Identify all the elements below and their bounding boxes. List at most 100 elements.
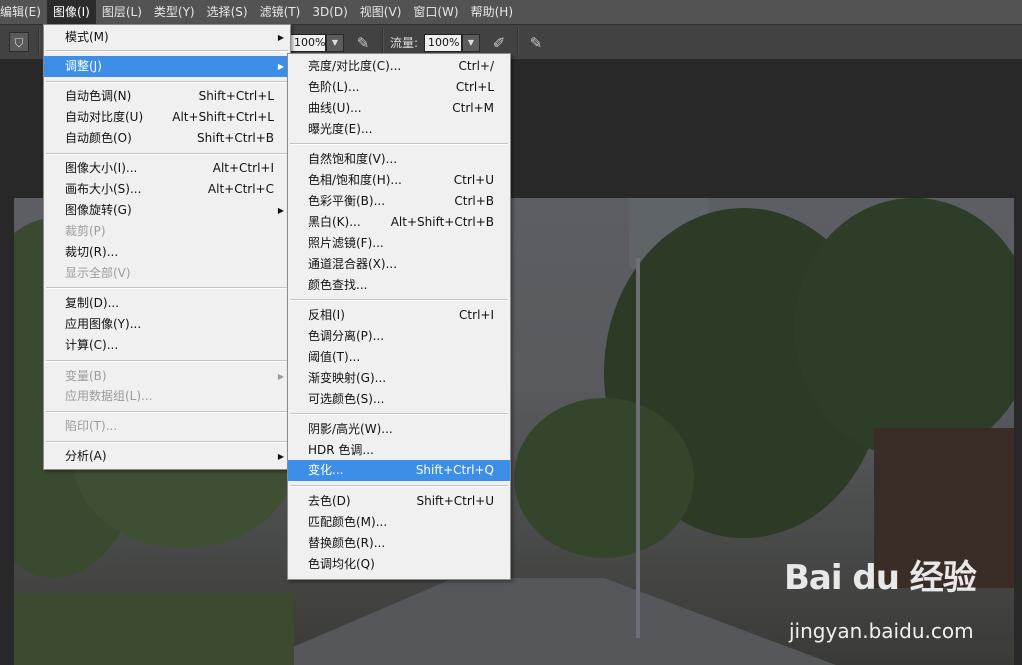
menu-select[interactable]: 选择(S): [201, 0, 254, 24]
menu-divider: [290, 485, 508, 487]
menu-item-duplicate[interactable]: 复制(D)...: [44, 293, 290, 314]
menu-item-shortcut: Shift+Ctrl+L: [198, 89, 274, 103]
menu-item-trim[interactable]: 裁切(R)...: [44, 242, 290, 263]
menu-3d[interactable]: 3D(D): [306, 0, 353, 24]
menu-item-hdr-toning[interactable]: HDR 色调...: [288, 440, 510, 461]
menu-item-apply-image[interactable]: 应用图像(Y)...: [44, 314, 290, 335]
menu-item-auto-tone[interactable]: 自动色调(N) Shift+Ctrl+L: [44, 86, 290, 107]
menu-item-label: 渐变映射(G)...: [308, 371, 387, 385]
options-separator: [38, 29, 40, 55]
menu-item-label: 画布大小(S)...: [65, 182, 142, 196]
menu-item-shortcut: Shift+Ctrl+Q: [415, 463, 494, 477]
menu-item-label: 调整(J): [65, 59, 102, 73]
opacity-input[interactable]: 100%: [290, 34, 326, 52]
submenu-arrow-icon: ▶: [277, 33, 284, 42]
menu-item-hue-saturation[interactable]: 色相/饱和度(H)... Ctrl+U: [288, 170, 510, 191]
menu-item-shortcut: Shift+Ctrl+U: [416, 494, 494, 508]
airbrush-icon[interactable]: ✐: [488, 33, 510, 53]
pressure-size-icon[interactable]: ✎: [525, 33, 547, 53]
menu-item-shortcut: Ctrl+L: [455, 80, 494, 94]
menu-item-posterize[interactable]: 色调分离(P)...: [288, 326, 510, 347]
menu-item-label: 计算(C)...: [65, 338, 119, 352]
menu-item-label: 去色(D): [308, 494, 351, 508]
menu-item-calculations[interactable]: 计算(C)...: [44, 335, 290, 356]
menu-item-variables: 变量(B) ▶: [44, 366, 290, 387]
menu-item-label: 色彩平衡(B)...: [308, 194, 386, 208]
menu-item-replace-color[interactable]: 替换颜色(R)...: [288, 533, 510, 554]
menu-item-label: 模式(M): [65, 30, 109, 44]
menu-item-shadows-highlights[interactable]: 阴影/高光(W)...: [288, 419, 510, 440]
menu-item-shortcut: Ctrl+I: [459, 308, 494, 322]
menu-item-vibrance[interactable]: 自然饱和度(V)...: [288, 149, 510, 170]
menu-item-color-lookup[interactable]: 颜色查找...: [288, 275, 510, 296]
menu-item-crop: 裁剪(P): [44, 221, 290, 242]
menu-item-shortcut: Ctrl+M: [452, 101, 494, 115]
menu-item-label: 自动色调(N): [65, 89, 132, 103]
tool-preset-icon[interactable]: ⛉: [9, 32, 29, 52]
menu-window[interactable]: 窗口(W): [407, 0, 464, 24]
menu-item-gradient-map[interactable]: 渐变映射(G)...: [288, 368, 510, 389]
menu-edit[interactable]: 编辑(E): [0, 0, 47, 24]
menu-item-label: 颜色查找...: [308, 278, 368, 292]
menu-divider: [46, 360, 288, 362]
flow-input[interactable]: 100%: [424, 34, 462, 52]
menu-item-canvas-size[interactable]: 画布大小(S)... Alt+Ctrl+C: [44, 179, 290, 200]
menu-item-label: 曲线(U)...: [308, 101, 362, 115]
menu-item-brightness-contrast[interactable]: 亮度/对比度(C)... Ctrl+/: [288, 56, 510, 77]
menu-item-apply-data-set: 应用数据组(L)...: [44, 386, 290, 407]
options-separator: [382, 29, 384, 55]
menu-item-exposure[interactable]: 曝光度(E)...: [288, 119, 510, 140]
menu-item-image-rotation[interactable]: 图像旋转(G) ▶: [44, 200, 290, 221]
menu-bar: 编辑(E) 图像(I) 图层(L) 类型(Y) 选择(S) 滤镜(T) 3D(D…: [0, 0, 1022, 24]
menu-item-auto-contrast[interactable]: 自动对比度(U) Alt+Shift+Ctrl+L: [44, 107, 290, 128]
menu-item-trap: 陷印(T)...: [44, 416, 290, 437]
menu-divider: [46, 411, 288, 413]
adjustments-submenu: 亮度/对比度(C)... Ctrl+/ 色阶(L)... Ctrl+L 曲线(U).…: [287, 53, 511, 580]
grass-verge: [14, 593, 294, 665]
street-lamp-pole: [636, 258, 640, 638]
opacity-dropdown-button[interactable]: ▼: [326, 34, 344, 52]
menu-item-label: 色相/饱和度(H)...: [308, 173, 402, 187]
menu-item-label: 应用数据组(L)...: [65, 389, 153, 403]
menu-image[interactable]: 图像(I): [46, 0, 96, 24]
menu-item-equalize[interactable]: 色调均化(Q): [288, 554, 510, 575]
flow-dropdown-button[interactable]: ▼: [462, 34, 480, 52]
menu-item-label: 图像旋转(G): [65, 203, 132, 217]
menu-item-image-size[interactable]: 图像大小(I)... Alt+Ctrl+I: [44, 158, 290, 179]
menu-help[interactable]: 帮助(H): [465, 0, 519, 24]
submenu-arrow-icon: ▶: [277, 62, 284, 71]
menu-item-adjustments[interactable]: 调整(J) ▶: [44, 56, 290, 77]
baidu-watermark-url: jingyan.baidu.com: [789, 619, 974, 643]
menu-item-label: 色调均化(Q): [308, 557, 375, 571]
menu-item-label: 阈值(T)...: [308, 350, 361, 364]
menu-item-black-white[interactable]: 黑白(K)... Alt+Shift+Ctrl+B: [288, 212, 510, 233]
pressure-opacity-icon[interactable]: ✎: [352, 33, 374, 53]
menu-filter[interactable]: 滤镜(T): [254, 0, 307, 24]
menu-item-label: 色调分离(P)...: [308, 329, 385, 343]
menu-item-shortcut: Ctrl+/: [458, 59, 494, 73]
menu-item-selective-color[interactable]: 可选颜色(S)...: [288, 389, 510, 410]
menu-item-levels[interactable]: 色阶(L)... Ctrl+L: [288, 77, 510, 98]
menu-item-auto-color[interactable]: 自动颜色(O) Shift+Ctrl+B: [44, 128, 290, 149]
menu-item-shortcut: Alt+Ctrl+C: [207, 182, 274, 196]
menu-item-invert[interactable]: 反相(I) Ctrl+I: [288, 305, 510, 326]
menu-item-threshold[interactable]: 阈值(T)...: [288, 347, 510, 368]
menu-item-mode[interactable]: 模式(M) ▶: [44, 27, 290, 48]
menu-divider: [46, 50, 288, 52]
menu-item-variations[interactable]: 变化... Shift+Ctrl+Q: [288, 460, 510, 481]
menu-layer[interactable]: 图层(L): [96, 0, 148, 24]
menu-item-analysis[interactable]: 分析(A) ▶: [44, 446, 290, 467]
menu-item-shortcut: Ctrl+U: [453, 173, 494, 187]
menu-item-channel-mixer[interactable]: 通道混合器(X)...: [288, 254, 510, 275]
menu-item-photo-filter[interactable]: 照片滤镜(F)...: [288, 233, 510, 254]
menu-item-label: 自动对比度(U): [65, 110, 144, 124]
menu-item-desaturate[interactable]: 去色(D) Shift+Ctrl+U: [288, 491, 510, 512]
menu-type[interactable]: 类型(Y): [148, 0, 201, 24]
menu-item-label: 分析(A): [65, 449, 107, 463]
menu-view[interactable]: 视图(V): [354, 0, 408, 24]
menu-item-label: 可选颜色(S)...: [308, 392, 385, 406]
menu-item-color-balance[interactable]: 色彩平衡(B)... Ctrl+B: [288, 191, 510, 212]
menu-item-label: 变化...: [308, 463, 344, 477]
menu-item-match-color[interactable]: 匹配颜色(M)...: [288, 512, 510, 533]
menu-item-curves[interactable]: 曲线(U)... Ctrl+M: [288, 98, 510, 119]
